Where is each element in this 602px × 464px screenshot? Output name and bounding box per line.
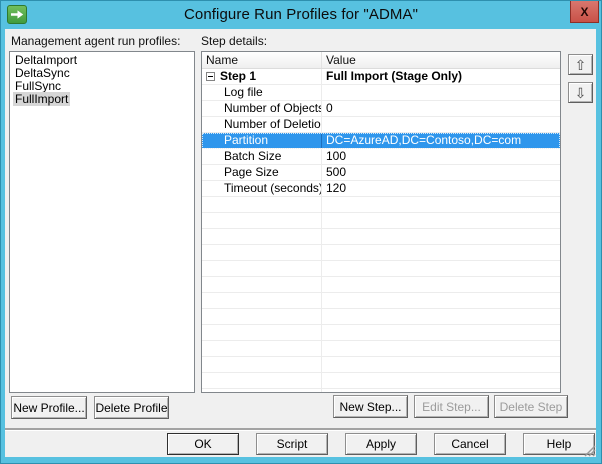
run-profiles-label: Management agent run profiles: [11,34,181,48]
step-detail-value: 500 [326,165,347,179]
ok-button[interactable]: OK [167,433,239,455]
step-detail-name: Number of Objects [202,101,322,116]
new-step-button[interactable]: New Step... [333,395,408,418]
empty-row [202,213,560,229]
run-profile-item-label: FullSync [15,79,62,93]
step-detail-value [322,117,560,132]
step-detail-name: Batch Size [202,149,322,164]
step-detail-name: Page Size [202,165,322,180]
empty-row [202,245,560,261]
step-detail-value: DC=AzureAD,DC=Contoso,DC=com [326,133,522,147]
new-profile-button[interactable]: New Profile... [11,396,87,419]
step-detail-row[interactable]: Step 1 Full Import (Stage Only) [202,69,560,85]
up-arrow-icon: ⇧ [574,56,587,73]
cancel-button[interactable]: Cancel [434,433,506,455]
move-step-up-button[interactable]: ⇧ [568,54,593,75]
apply-button[interactable]: Apply [345,433,417,455]
empty-row [202,357,560,373]
run-profile-item-label: FullImport [13,92,71,106]
edit-step-button: Edit Step... [414,395,489,418]
step-details-label: Step details: [201,34,268,48]
run-profile-item[interactable]: FullImport [13,92,194,106]
empty-row [202,197,560,213]
step-detail-row[interactable]: Log file [202,85,560,101]
run-profiles-listbox[interactable]: DeltaImport DeltaSync FullSync FullImport [9,51,195,393]
empty-row [202,389,560,392]
step-detail-value: 100 [326,149,347,163]
step-detail-row[interactable]: Number of Objects 0 [202,101,560,117]
down-arrow-icon: ⇩ [574,84,587,101]
empty-row [202,277,560,293]
resize-grip-icon[interactable] [582,443,596,457]
collapse-expander-icon[interactable] [206,72,215,81]
step-detail-value: 0 [326,101,333,115]
table-header: Name Value [202,52,560,69]
delete-profile-button[interactable]: Delete Profile [94,396,169,419]
step-detail-value [322,85,560,100]
step-detail-name: Step 1 [202,69,322,84]
step-details-table[interactable]: Name Value Step 1 Full Import (Stage Only… [201,51,561,393]
step-detail-value: Full Import (Stage Only) [326,69,463,83]
step-detail-row[interactable]: Page Size 500 [202,165,560,181]
column-header-value[interactable]: Value [322,52,560,68]
move-step-down-button[interactable]: ⇩ [568,82,593,103]
step-detail-row[interactable]: Partition DC=AzureAD,DC=Contoso,DC=com [202,133,560,149]
step-detail-row[interactable]: Timeout (seconds) 120 [202,181,560,197]
separator-line [5,428,596,430]
step-detail-value: 120 [326,181,347,195]
run-profile-item-label: DeltaImport [15,53,78,67]
close-button[interactable]: X [570,1,599,23]
empty-row [202,341,560,357]
empty-row [202,261,560,277]
titlebar[interactable]: Configure Run Profiles for "ADMA" X [1,1,601,29]
empty-row [202,293,560,309]
column-header-name[interactable]: Name [202,52,322,68]
empty-row [202,325,560,341]
close-icon: X [580,4,589,19]
run-profile-item-label: DeltaSync [15,66,70,80]
empty-row [202,229,560,245]
configure-run-profiles-dialog: Configure Run Profiles for "ADMA" X Mana… [0,0,602,464]
empty-row [202,373,560,389]
step-detail-name: Log file [202,85,322,100]
delete-step-button: Delete Step [494,395,568,418]
step-detail-row[interactable]: Number of Deletions [202,117,560,133]
dialog-title: Configure Run Profiles for "ADMA" [183,6,419,23]
script-button[interactable]: Script [256,433,328,455]
empty-row [202,309,560,325]
step-detail-name: Timeout (seconds) [202,181,322,196]
table-body: Step 1 Full Import (Stage Only) Log file Nu… [202,69,560,392]
step-detail-name: Partition [202,133,322,148]
step-detail-row[interactable]: Batch Size 100 [202,149,560,165]
step-detail-name: Number of Deletions [202,117,322,132]
